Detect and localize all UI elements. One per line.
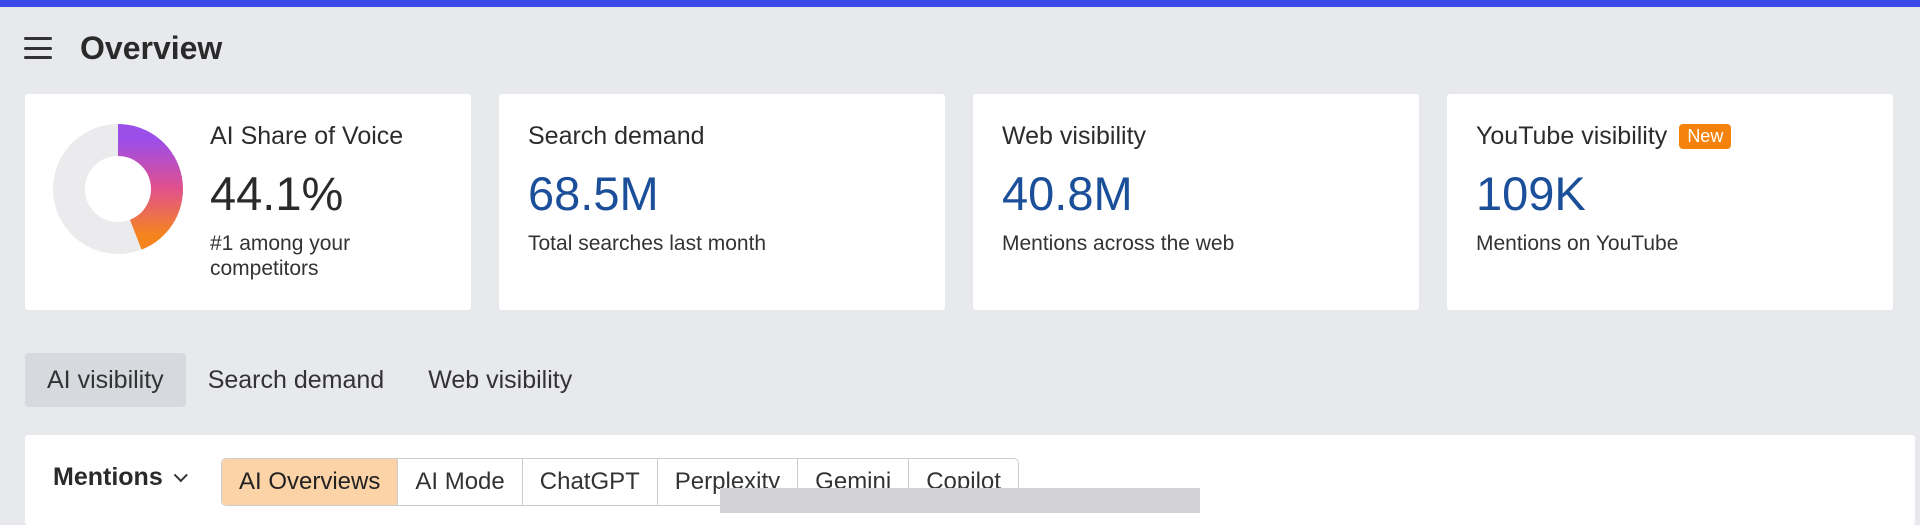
card-value: 44.1% <box>210 167 344 220</box>
card-ai-share-of-voice[interactable]: AI Share of Voice 44.1% #1 among your co… <box>25 94 471 310</box>
tab-web-visibility[interactable]: Web visibility <box>406 353 594 407</box>
card-value: 68.5M <box>528 167 659 220</box>
new-badge: New <box>1679 124 1732 149</box>
card-value: 40.8M <box>1002 167 1133 220</box>
card-subtitle-line: #1 among your <box>210 232 351 255</box>
hamburger-icon[interactable] <box>24 37 52 59</box>
card-subtitle: Mentions on YouTube <box>1476 232 1679 255</box>
card-web-visibility[interactable]: Web visibility 40.8M Mentions across the… <box>973 94 1419 310</box>
loading-overlay <box>720 488 1200 513</box>
metric-cards: AI Share of Voice 44.1% #1 among your co… <box>25 94 1893 310</box>
chevron-down-icon <box>173 467 188 482</box>
donut-arc <box>117 124 183 250</box>
card-search-demand[interactable]: Search demand 68.5M Total searches last … <box>499 94 945 310</box>
card-subtitle: #1 among your competitors <box>210 231 350 281</box>
card-subtitle: Total searches last month <box>528 232 767 255</box>
card-title-row: YouTube visibility New <box>1476 122 1732 151</box>
section-tabs: AI visibility Search demand Web visibili… <box>25 353 594 407</box>
page-title: Overview <box>80 29 223 66</box>
card-subtitle-line: competitors <box>210 257 319 280</box>
card-value: 109K <box>1476 167 1586 220</box>
mentions-dropdown[interactable]: Mentions <box>53 463 188 492</box>
tab-search-demand[interactable]: Search demand <box>186 353 407 407</box>
segment-chatgpt[interactable]: ChatGPT <box>521 459 657 505</box>
card-youtube-visibility[interactable]: YouTube visibility New 109K Mentions on … <box>1447 94 1893 310</box>
tab-ai-visibility[interactable]: AI visibility <box>25 353 186 407</box>
card-title: AI Share of Voice <box>210 122 404 150</box>
share-of-voice-donut <box>53 124 183 254</box>
page-header: Overview <box>24 28 222 68</box>
card-title: YouTube visibility <box>1476 122 1668 150</box>
card-subtitle: Mentions across the web <box>1002 232 1235 255</box>
card-title: Web visibility <box>1002 122 1147 150</box>
top-accent-bar <box>0 0 1920 7</box>
card-title: Search demand <box>528 122 705 150</box>
segment-ai-mode[interactable]: AI Mode <box>397 459 522 505</box>
segment-ai-overviews[interactable]: AI Overviews <box>222 459 398 505</box>
mentions-label: Mentions <box>53 463 163 491</box>
